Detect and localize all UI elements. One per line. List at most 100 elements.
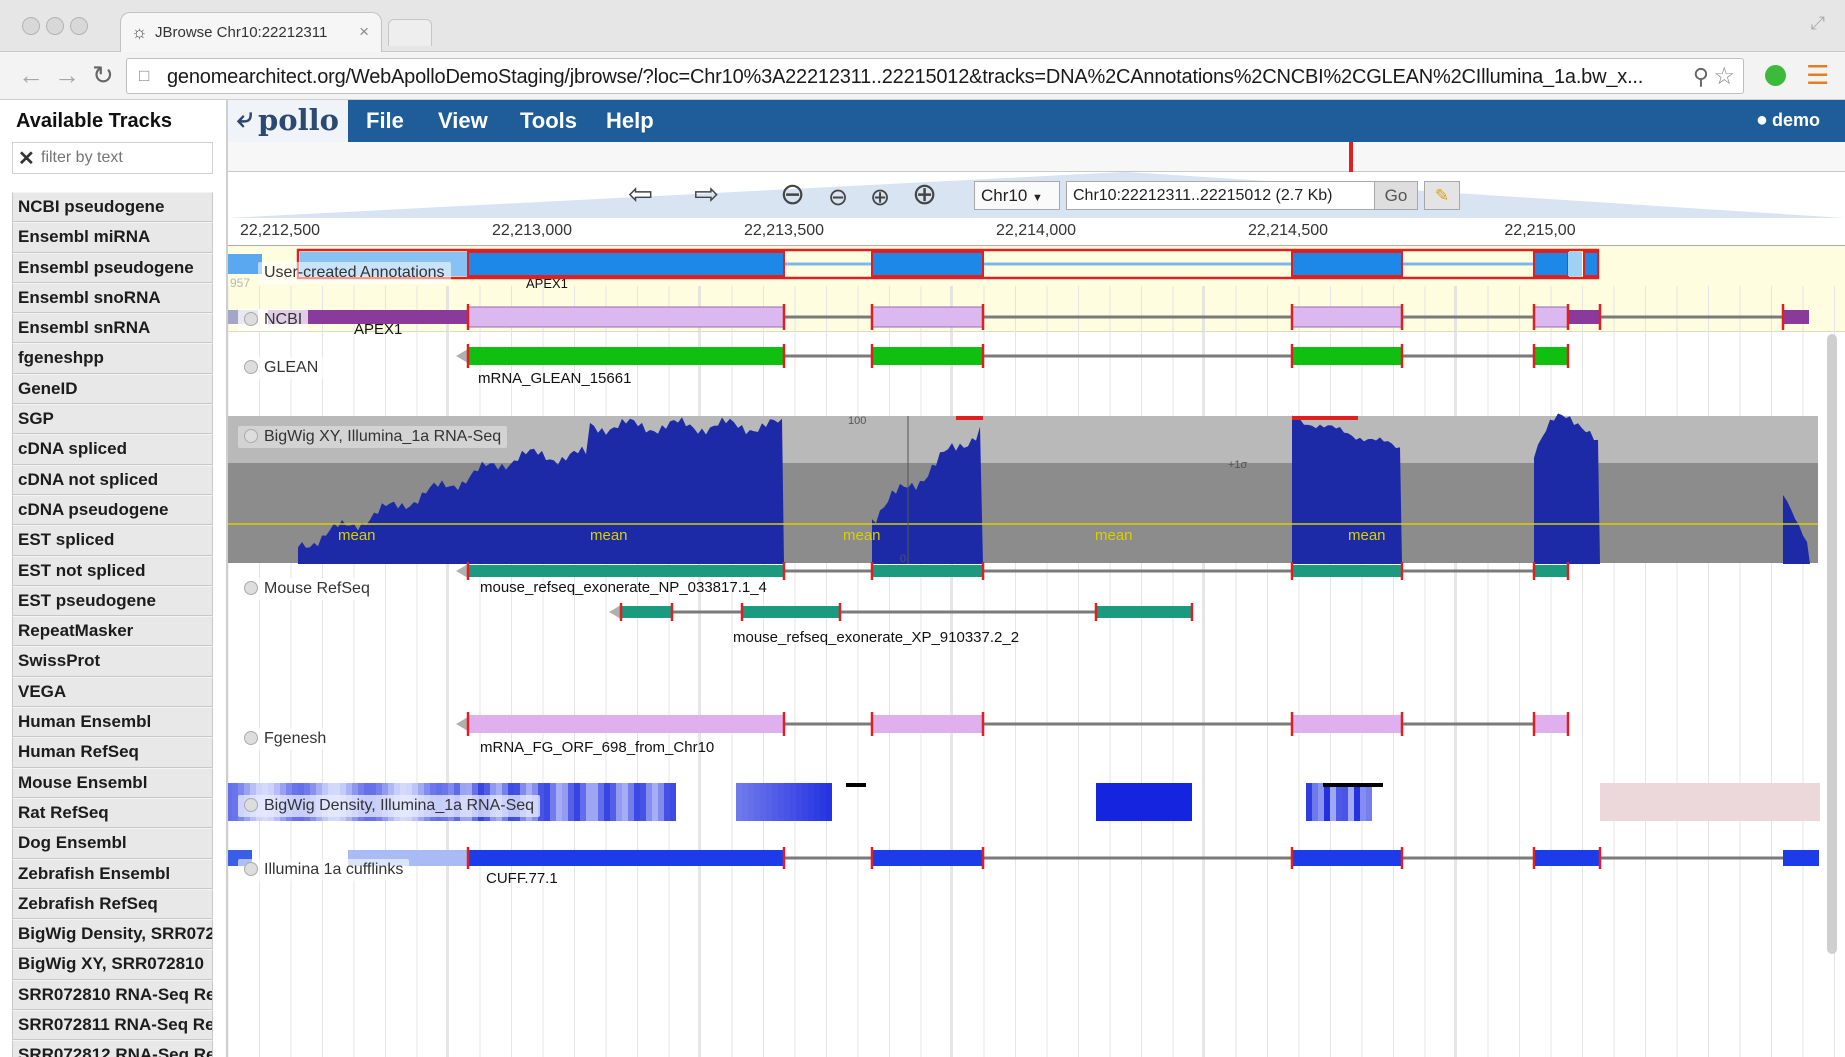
highlight-button[interactable]: ✎ — [1424, 181, 1460, 210]
available-track-item[interactable]: Mouse Ensembl — [12, 767, 213, 798]
available-track-item[interactable]: EST spliced — [12, 525, 213, 556]
available-track-item[interactable]: BigWig Density, SRR072 — [12, 919, 213, 950]
pan-right-icon[interactable]: ⇨ — [694, 178, 719, 212]
browser-tab[interactable]: ☼ JBrowse Chr10:22212311 × — [120, 12, 382, 52]
available-track-item[interactable]: Human Ensembl — [12, 707, 213, 738]
track-scrollbar[interactable] — [1827, 334, 1837, 954]
track-label-user-annotations[interactable]: User-created Annotations — [258, 262, 451, 284]
available-track-item[interactable]: SRR072811 RNA-Seq Re — [12, 1010, 213, 1041]
track-close-icon[interactable] — [244, 731, 258, 745]
available-track-item[interactable]: EST not spliced — [12, 555, 213, 586]
available-track-item[interactable]: Zebrafish RefSeq — [12, 888, 213, 920]
track-filter-box: ✕ — [12, 142, 213, 174]
available-track-item[interactable]: GeneID — [12, 373, 213, 405]
available-track-item[interactable]: Ensembl snoRNA — [12, 282, 213, 314]
track-close-icon[interactable] — [244, 798, 258, 812]
available-track-item[interactable]: NCBI pseudogene — [12, 192, 213, 223]
zoom-out-big-icon[interactable]: ⊖ — [780, 178, 805, 212]
available-track-item[interactable]: SRR072810 RNA-Seq Re — [12, 979, 213, 1011]
bookmark-star-icon[interactable]: ☆ — [1713, 62, 1735, 91]
browser-menu-icon[interactable]: ☰ — [1806, 60, 1829, 91]
track-label-fgenesh[interactable]: Fgenesh — [238, 728, 333, 750]
density-bin — [1168, 783, 1174, 821]
back-arrow-icon[interactable]: ← — [18, 61, 44, 89]
available-track-item[interactable]: cDNA not spliced — [12, 464, 213, 495]
track-close-icon[interactable] — [244, 581, 258, 595]
available-track-item[interactable]: BigWig XY, SRR072810 — [12, 949, 213, 980]
available-track-item[interactable]: VEGA — [12, 676, 213, 708]
available-track-item[interactable]: SGP — [12, 404, 213, 435]
menu-help[interactable]: Help — [606, 108, 654, 134]
coverage-area — [1534, 413, 1600, 564]
fullscreen-icon[interactable]: ⤢ — [1811, 13, 1825, 34]
available-track-item[interactable]: Dog Ensembl — [12, 828, 213, 859]
track-close-icon[interactable] — [244, 360, 258, 374]
density-bin — [760, 783, 766, 821]
tab-close-icon[interactable]: × — [359, 22, 369, 42]
available-track-item[interactable]: Human RefSeq — [12, 737, 213, 768]
chromosome-overview[interactable] — [228, 142, 1845, 172]
available-track-item[interactable]: RepeatMasker — [12, 616, 213, 647]
available-track-item[interactable]: cDNA pseudogene — [12, 494, 213, 526]
url-text[interactable]: genomearchitect.org/WebApolloDemoStaging… — [167, 66, 1672, 89]
cufflinks-exon — [1292, 850, 1402, 866]
track-filter-input[interactable] — [41, 149, 206, 167]
zoom-out-icon[interactable]: ⊖ — [828, 181, 848, 215]
density-bin — [670, 783, 676, 821]
cufflinks-exon — [468, 850, 784, 866]
track-label-glean[interactable]: GLEAN — [238, 357, 325, 379]
new-tab-button[interactable] — [388, 19, 432, 46]
available-track-item[interactable]: Ensembl pseudogene — [12, 252, 213, 283]
density-bin — [1312, 783, 1318, 821]
track-label-mouse-refseq[interactable]: Mouse RefSeq — [238, 578, 376, 600]
reload-icon[interactable]: ↻ — [92, 61, 114, 89]
menu-view[interactable]: View — [438, 108, 488, 134]
density-bin — [628, 783, 634, 821]
track-label-cufflinks[interactable]: Illumina 1a cufflinks — [238, 859, 410, 881]
menu-tools[interactable]: Tools — [520, 108, 577, 134]
density-bin — [1156, 783, 1162, 821]
track-label-bigwig-xy[interactable]: BigWig XY, Illumina_1a RNA-Seq — [238, 426, 508, 448]
available-track-item[interactable]: fgeneshpp — [12, 343, 213, 374]
forward-arrow-icon[interactable]: → — [54, 61, 80, 89]
track-area[interactable]: 100 0 +1σ mean mean mean mean mean User-created… — [228, 246, 1845, 1057]
track-graphics[interactable]: 100 0 +1σ mean mean mean mean mean — [228, 246, 1845, 1057]
extension-icon[interactable] — [1765, 65, 1786, 86]
available-track-item[interactable]: Ensembl miRNA — [12, 222, 213, 253]
user-name: demo — [1771, 110, 1820, 130]
track-close-icon[interactable] — [244, 862, 258, 876]
available-track-item[interactable]: SRR072812 RNA-Seq Re — [12, 1040, 213, 1057]
available-track-item[interactable]: SwissProt — [12, 646, 213, 677]
coverage-axis-label: +1σ — [1228, 459, 1248, 471]
url-bar[interactable]: □ genomearchitect.org/WebApolloDemoStagi… — [126, 58, 1744, 94]
minimize-window-button[interactable] — [46, 17, 64, 35]
menu-file[interactable]: File — [366, 108, 404, 134]
overview-location-marker[interactable] — [1349, 142, 1353, 172]
zoom-in-icon[interactable]: ⊕ — [870, 181, 890, 215]
zoom-in-big-icon[interactable]: ⊕ — [912, 178, 937, 212]
density-bin — [1336, 783, 1342, 821]
track-label-ncbi[interactable]: NCBI — [238, 309, 309, 331]
clear-filter-icon[interactable]: ✕ — [18, 146, 35, 171]
pan-left-icon[interactable]: ⇦ — [628, 178, 653, 212]
track-close-icon[interactable] — [244, 312, 258, 326]
user-menu[interactable]: ● demo — [1756, 109, 1820, 132]
track-close-icon[interactable] — [244, 429, 258, 443]
location-search-input[interactable]: Chr10:22212311..22215012 (2.7 Kb) — [1066, 181, 1384, 210]
available-track-item[interactable]: Rat RefSeq — [12, 797, 213, 829]
cufflinks-exon — [1783, 850, 1819, 866]
maximize-window-button[interactable] — [70, 17, 88, 35]
track-label-bigwig-density[interactable]: BigWig Density, Illumina_1a RNA-Seq — [238, 795, 541, 817]
user-icon: ● — [1755, 109, 1768, 131]
coordinate-ruler: 22,212,500 22,213,000 22,213,500 22,214,000… — [228, 220, 1845, 246]
density-bin — [544, 783, 550, 821]
available-track-item[interactable]: cDNA spliced — [12, 434, 213, 465]
reference-sequence-select[interactable]: Chr10 ▼ — [974, 181, 1060, 210]
chevron-down-icon: ▼ — [1032, 192, 1043, 204]
available-track-item[interactable]: EST pseudogene — [12, 585, 213, 617]
available-track-item[interactable]: Zebrafish Ensembl — [12, 858, 213, 889]
go-button[interactable]: Go — [1374, 181, 1418, 210]
magnifier-icon[interactable]: ⚲ — [1693, 64, 1709, 90]
available-track-item[interactable]: Ensembl snRNA — [12, 313, 213, 344]
close-window-button[interactable] — [22, 17, 40, 35]
